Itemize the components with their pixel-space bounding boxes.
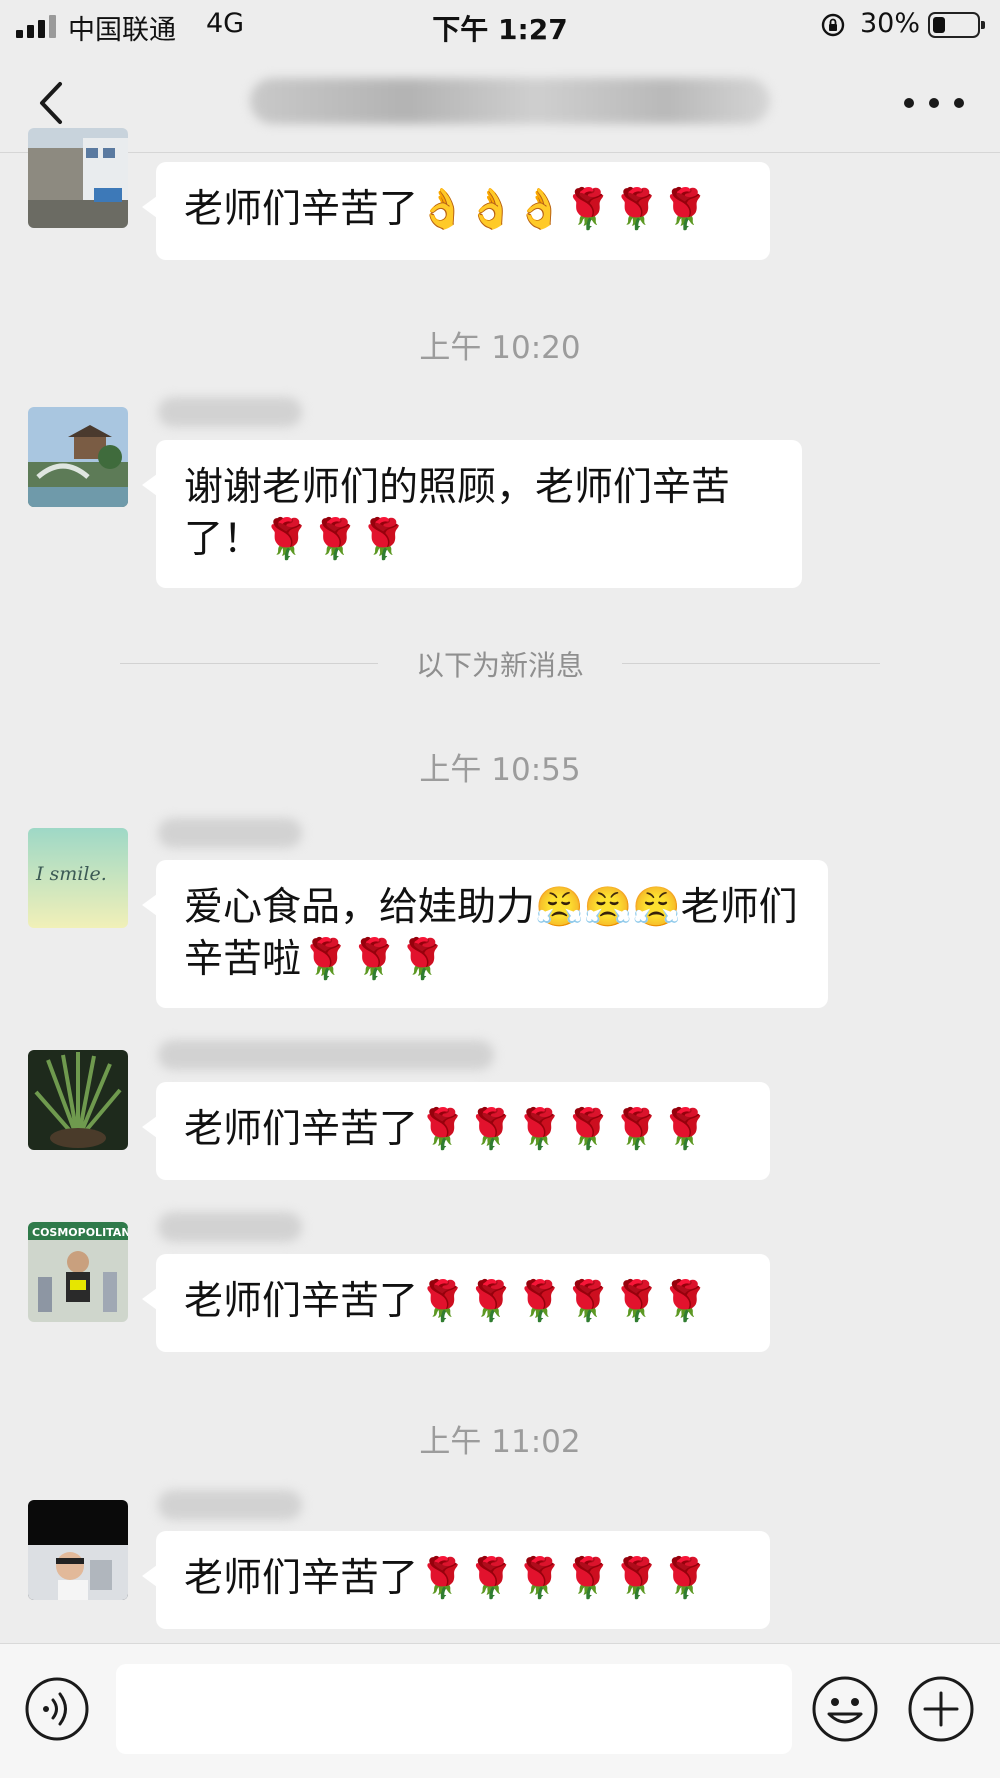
- status-bar: 中国联通 4G 下午 1:27 30%: [0, 0, 1000, 52]
- divider-label: 以下为新消息: [415, 649, 584, 682]
- message-bubble[interactable]: 老师们辛苦了🌹🌹🌹🌹🌹🌹: [142, 1254, 770, 1352]
- message-input[interactable]: [116, 1664, 792, 1754]
- message-text: 老师们辛苦了🌹🌹🌹🌹🌹🌹: [184, 1556, 710, 1601]
- timestamp: 上午 10:55: [419, 752, 581, 788]
- sender-name: [158, 1212, 302, 1242]
- new-messages-divider: 以下为新消息: [120, 648, 880, 682]
- status-time: 下午 1:27: [432, 13, 568, 46]
- sender-name: [158, 1040, 494, 1070]
- avatar[interactable]: [28, 1050, 128, 1150]
- timestamp: 上午 10:20: [419, 330, 581, 366]
- message-bubble[interactable]: 爱心食品，给娃助力😤😤😤老师们辛苦啦🌹🌹🌹: [142, 860, 828, 1008]
- message-text: 老师们辛苦了👌👌👌🌹🌹🌹: [184, 187, 710, 232]
- avatar[interactable]: [28, 407, 128, 507]
- message-text: 老师们辛苦了🌹🌹🌹🌹🌹🌹: [184, 1279, 710, 1324]
- sender-name: [158, 1490, 302, 1520]
- message-bubble[interactable]: 老师们辛苦了👌👌👌🌹🌹🌹: [142, 162, 770, 260]
- avatar[interactable]: I smile.: [28, 828, 128, 928]
- message-bubble[interactable]: 老师们辛苦了🌹🌹🌹🌹🌹🌹: [142, 1531, 770, 1629]
- battery-icon: [928, 12, 985, 38]
- message-bubble[interactable]: 老师们辛苦了🌹🌹🌹🌹🌹🌹: [142, 1082, 770, 1180]
- more-dots-icon[interactable]: [904, 86, 964, 120]
- input-bar: [0, 1643, 1000, 1778]
- message-text: 谢谢老师们的照顾，老师们辛苦了！🌹🌹🌹: [184, 465, 731, 562]
- avatar-text: COSMOPOLITAN: [32, 1226, 128, 1239]
- chat-title: [250, 78, 770, 124]
- message-text: 爱心食品，给娃助力😤😤😤老师们辛苦啦🌹🌹🌹: [184, 885, 798, 982]
- avatar-text: I smile.: [35, 863, 107, 885]
- message-text: 老师们辛苦了🌹🌹🌹🌹🌹🌹: [184, 1107, 710, 1152]
- avatar[interactable]: [28, 128, 128, 228]
- plus-icon[interactable]: [906, 1674, 976, 1744]
- avatar[interactable]: COSMOPOLITAN: [28, 1222, 128, 1322]
- emoji-icon[interactable]: [810, 1674, 880, 1744]
- avatar[interactable]: [28, 1500, 128, 1600]
- battery-percent: 30%: [860, 8, 921, 39]
- chevron-left-icon[interactable]: [30, 76, 76, 130]
- message-bubble[interactable]: 谢谢老师们的照顾，老师们辛苦了！🌹🌹🌹: [142, 440, 802, 588]
- timestamp: 上午 11:02: [419, 1424, 581, 1460]
- sender-name: [158, 818, 302, 848]
- chat-header: [0, 52, 1000, 153]
- sender-name: [158, 397, 302, 427]
- rotation-lock-icon: [821, 13, 845, 37]
- voice-icon[interactable]: [24, 1676, 90, 1742]
